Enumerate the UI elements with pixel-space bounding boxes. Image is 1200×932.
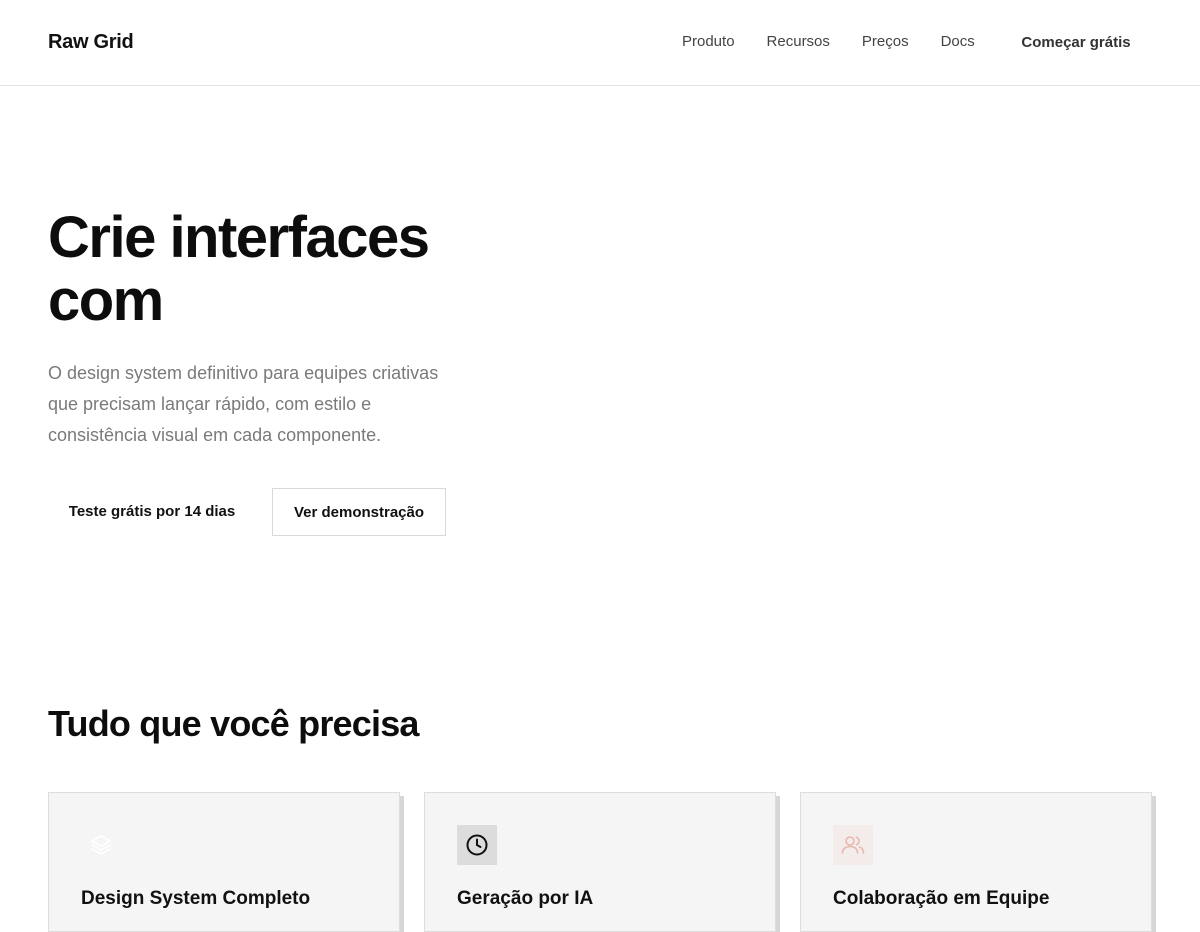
feature-card-design-system: Design System Completo — [48, 792, 400, 932]
nav-link-docs[interactable]: Docs — [941, 33, 975, 51]
view-demo-button[interactable]: Ver demonstração — [272, 488, 446, 536]
brand-logo[interactable]: Raw Grid — [48, 31, 134, 54]
nav-link-precos[interactable]: Preços — [862, 33, 909, 51]
feature-card-title: Colaboração em Equipe — [833, 888, 1050, 909]
hero-title: Crie interfaces com — [48, 205, 430, 333]
feature-card-title: Design System Completo — [81, 888, 311, 909]
feature-card-title: Geração por IA — [457, 888, 594, 909]
free-trial-button[interactable]: Teste grátis por 14 dias — [48, 488, 256, 535]
features-title: Tudo que você precisa — [48, 703, 419, 744]
hero-subtitle: O design system definitivo para equipes … — [48, 363, 439, 445]
site-header: Raw Grid Produto Recursos Preços Docs Co… — [0, 0, 1200, 86]
feature-card-ai-generation: Geração por IA — [424, 792, 776, 932]
clock-icon — [457, 825, 497, 865]
feature-card-team-collab: Colaboração em Equipe — [800, 792, 1152, 932]
nav-link-recursos[interactable]: Recursos — [767, 33, 830, 51]
start-free-button[interactable]: Começar grátis — [1000, 22, 1152, 62]
users-icon — [833, 825, 873, 865]
nav-link-produto[interactable]: Produto — [682, 33, 735, 51]
main-nav: Produto Recursos Preços Docs — [682, 33, 975, 51]
layers-icon — [81, 825, 121, 865]
